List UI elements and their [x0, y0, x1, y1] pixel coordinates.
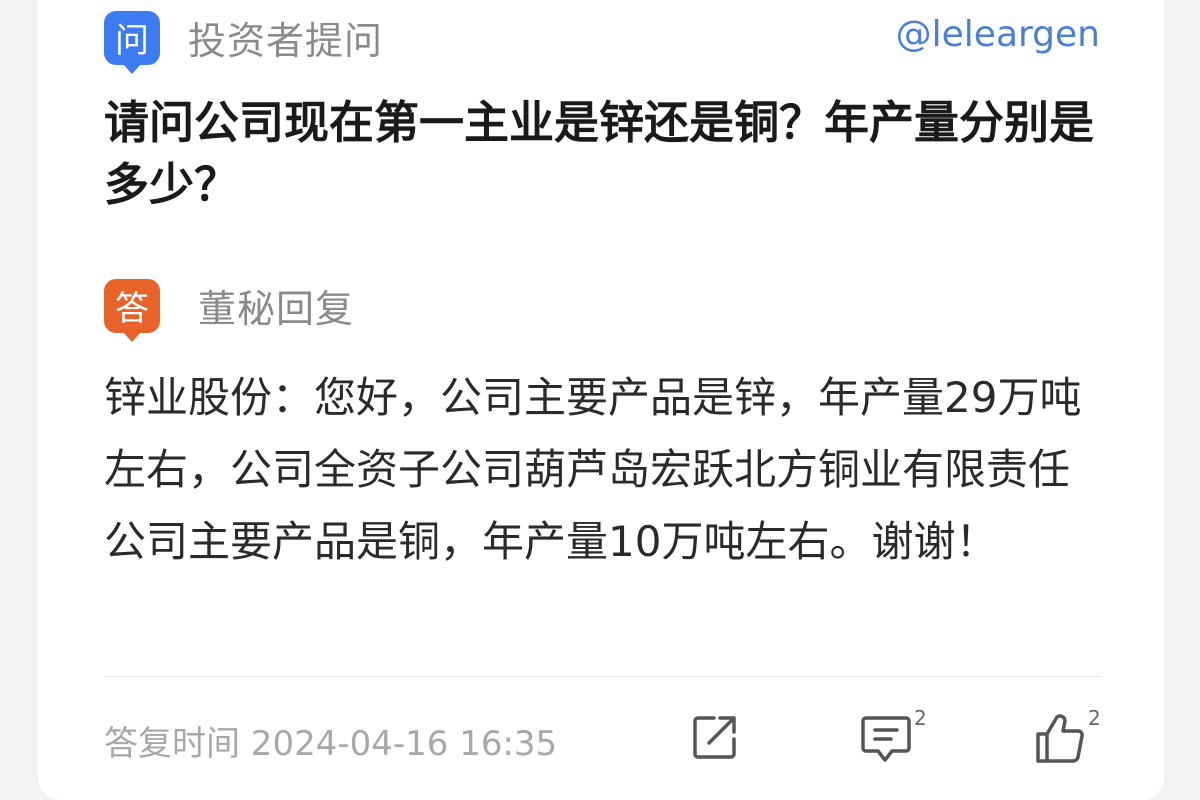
qa-card: 问 投资者提问 @leleargen 请问公司现在第一主业是锌还是铜？年产量分别…	[38, 0, 1164, 800]
question-header: 问 投资者提问	[104, 10, 384, 74]
like-button[interactable]: 2	[1034, 706, 1101, 766]
comment-count: 2	[914, 706, 927, 730]
thumbs-up-icon	[1036, 714, 1084, 763]
question-label: 投资者提问	[188, 19, 384, 63]
answer-header: 答 董秘回复	[104, 278, 355, 342]
share-button[interactable]	[690, 712, 740, 762]
answer-badge: 答	[104, 278, 160, 342]
question-text: 请问公司现在第一主业是锌还是铜？年产量分别是多少？	[104, 96, 1095, 211]
answer-text: 锌业股份：您好，公司主要产品是锌，年产量29万吨左右，公司全资子公司葫芦岛宏跃北…	[104, 373, 1082, 566]
user-handle-link[interactable]: @leleargen	[896, 14, 1100, 55]
like-count: 2	[1088, 706, 1101, 730]
reply-time: 答复时间 2024-04-16 16:35	[104, 724, 558, 764]
comment-icon	[861, 716, 911, 762]
comment-button[interactable]: 2	[860, 706, 927, 766]
answer-label: 董秘回复	[198, 287, 355, 331]
share-icon	[693, 716, 736, 759]
divider	[104, 676, 1100, 677]
question-badge: 问	[104, 10, 160, 74]
